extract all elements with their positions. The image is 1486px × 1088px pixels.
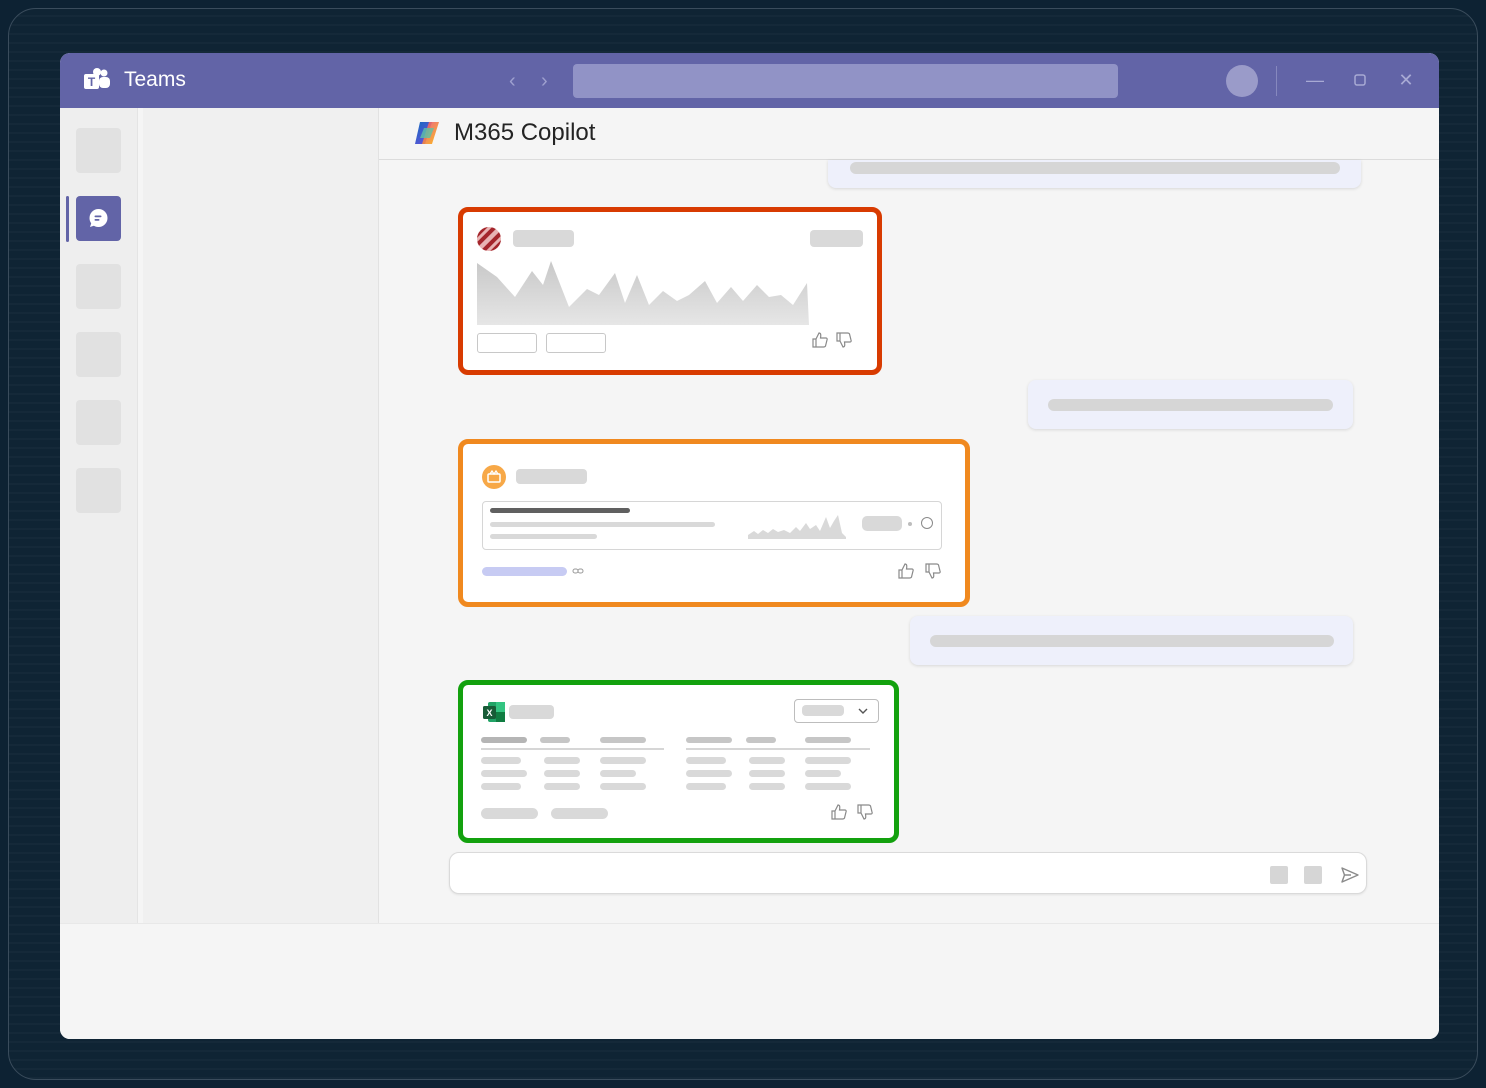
- table-cell: [600, 770, 636, 777]
- table-cell: [805, 757, 851, 764]
- rail-item-4[interactable]: [76, 332, 121, 377]
- table-cell: [749, 783, 785, 790]
- table-divider: [481, 748, 664, 750]
- list-item-title: [490, 508, 630, 513]
- dot-icon: [908, 522, 912, 526]
- chat-icon: [89, 209, 108, 227]
- card-title-placeholder: [509, 705, 554, 719]
- radio-icon[interactable]: [921, 517, 933, 529]
- user-message: [910, 616, 1353, 665]
- table-cell: [481, 770, 527, 777]
- rail-item-5[interactable]: [76, 400, 121, 445]
- link-icon[interactable]: [572, 566, 584, 576]
- thumbs-down-icon[interactable]: [856, 803, 874, 821]
- area-chart: [477, 261, 809, 325]
- excel-icon: X: [483, 702, 505, 722]
- table-cell: [544, 783, 580, 790]
- table-cell: [544, 757, 580, 764]
- user-message: [1028, 380, 1353, 429]
- table-cell: [544, 770, 580, 777]
- list-item-badge: [862, 516, 902, 531]
- thumbs-up-icon[interactable]: [897, 562, 915, 580]
- maximize-icon[interactable]: [1345, 65, 1375, 95]
- svg-text:T: T: [88, 75, 96, 89]
- table-cell: [805, 783, 851, 790]
- card-title-placeholder: [513, 230, 574, 247]
- send-icon[interactable]: [1340, 865, 1360, 885]
- table-cell: [805, 770, 841, 777]
- table-header: [686, 737, 732, 743]
- dropdown-value: [802, 705, 844, 716]
- table-cell: [686, 770, 732, 777]
- table-cell: [481, 783, 521, 790]
- chat-title: M365 Copilot: [454, 119, 596, 146]
- sparkline-chart: [748, 515, 846, 539]
- message-text-placeholder: [1048, 399, 1333, 411]
- close-icon[interactable]: ✕: [1391, 65, 1421, 95]
- card-footer-chip[interactable]: [551, 808, 608, 819]
- chevron-down-icon: [858, 708, 868, 714]
- sheet-dropdown[interactable]: [794, 699, 879, 723]
- table-divider: [686, 748, 870, 750]
- thumbs-up-icon[interactable]: [811, 331, 829, 349]
- attach-button[interactable]: [1270, 866, 1288, 884]
- rail-item-chat[interactable]: [76, 196, 121, 241]
- chat-header: M365 Copilot: [379, 108, 1439, 160]
- app-title: Teams: [124, 68, 186, 91]
- titlebar-divider: [1276, 66, 1277, 96]
- rail-item-3[interactable]: [76, 264, 121, 309]
- card-title-placeholder: [516, 469, 587, 484]
- window-bottom-area: [60, 923, 1439, 1039]
- excel-table-card: X: [458, 680, 899, 843]
- list-item[interactable]: [482, 501, 942, 550]
- thumbs-down-icon[interactable]: [835, 331, 853, 349]
- table-cell: [686, 783, 726, 790]
- teams-window: T Teams ‹ › — ✕ M365 Copilot X: [60, 53, 1439, 1039]
- striped-circle-icon: [477, 227, 501, 251]
- table-header: [540, 737, 570, 743]
- message-text-placeholder: [930, 635, 1334, 647]
- rail-item-1[interactable]: [76, 128, 121, 173]
- orange-list-card: [458, 439, 970, 607]
- rail-item-6[interactable]: [76, 468, 121, 513]
- rail-active-indicator: [66, 196, 69, 242]
- chevron-left-icon[interactable]: ‹: [509, 70, 516, 93]
- compose-box: [449, 852, 1367, 894]
- table-header: [805, 737, 851, 743]
- table-cell: [600, 783, 646, 790]
- source-link[interactable]: [482, 567, 567, 576]
- thumbs-down-icon[interactable]: [924, 562, 942, 580]
- orange-circle-icon: [482, 465, 506, 489]
- list-item-meta: [490, 534, 597, 539]
- avatar[interactable]: [1226, 65, 1258, 97]
- copilot-logo-icon: [415, 122, 439, 144]
- search-input[interactable]: [573, 64, 1118, 98]
- user-message: [828, 160, 1361, 188]
- card-action-button[interactable]: [477, 333, 537, 353]
- red-chart-card: [458, 207, 882, 375]
- table-header: [481, 737, 527, 743]
- minimize-icon[interactable]: —: [1300, 65, 1330, 95]
- table-cell: [749, 757, 785, 764]
- thumbs-up-icon[interactable]: [830, 803, 848, 821]
- card-badge-placeholder: [810, 230, 863, 247]
- svg-text:X: X: [486, 708, 492, 718]
- message-text-placeholder: [850, 162, 1340, 174]
- teams-logo-icon: T: [84, 68, 110, 89]
- chat-list-pane: [143, 108, 379, 923]
- app-rail: [60, 108, 138, 923]
- card-action-button[interactable]: [546, 333, 606, 353]
- table-cell: [481, 757, 521, 764]
- card-footer-chip[interactable]: [481, 808, 538, 819]
- message-input[interactable]: [464, 861, 1254, 885]
- list-item-subtitle: [490, 522, 715, 527]
- table-cell: [600, 757, 646, 764]
- table-cell: [686, 757, 726, 764]
- chevron-right-icon[interactable]: ›: [541, 70, 548, 93]
- table-header: [600, 737, 646, 743]
- table-header: [746, 737, 776, 743]
- table-cell: [749, 770, 785, 777]
- title-bar: T Teams ‹ › — ✕: [60, 53, 1439, 108]
- format-button[interactable]: [1304, 866, 1322, 884]
